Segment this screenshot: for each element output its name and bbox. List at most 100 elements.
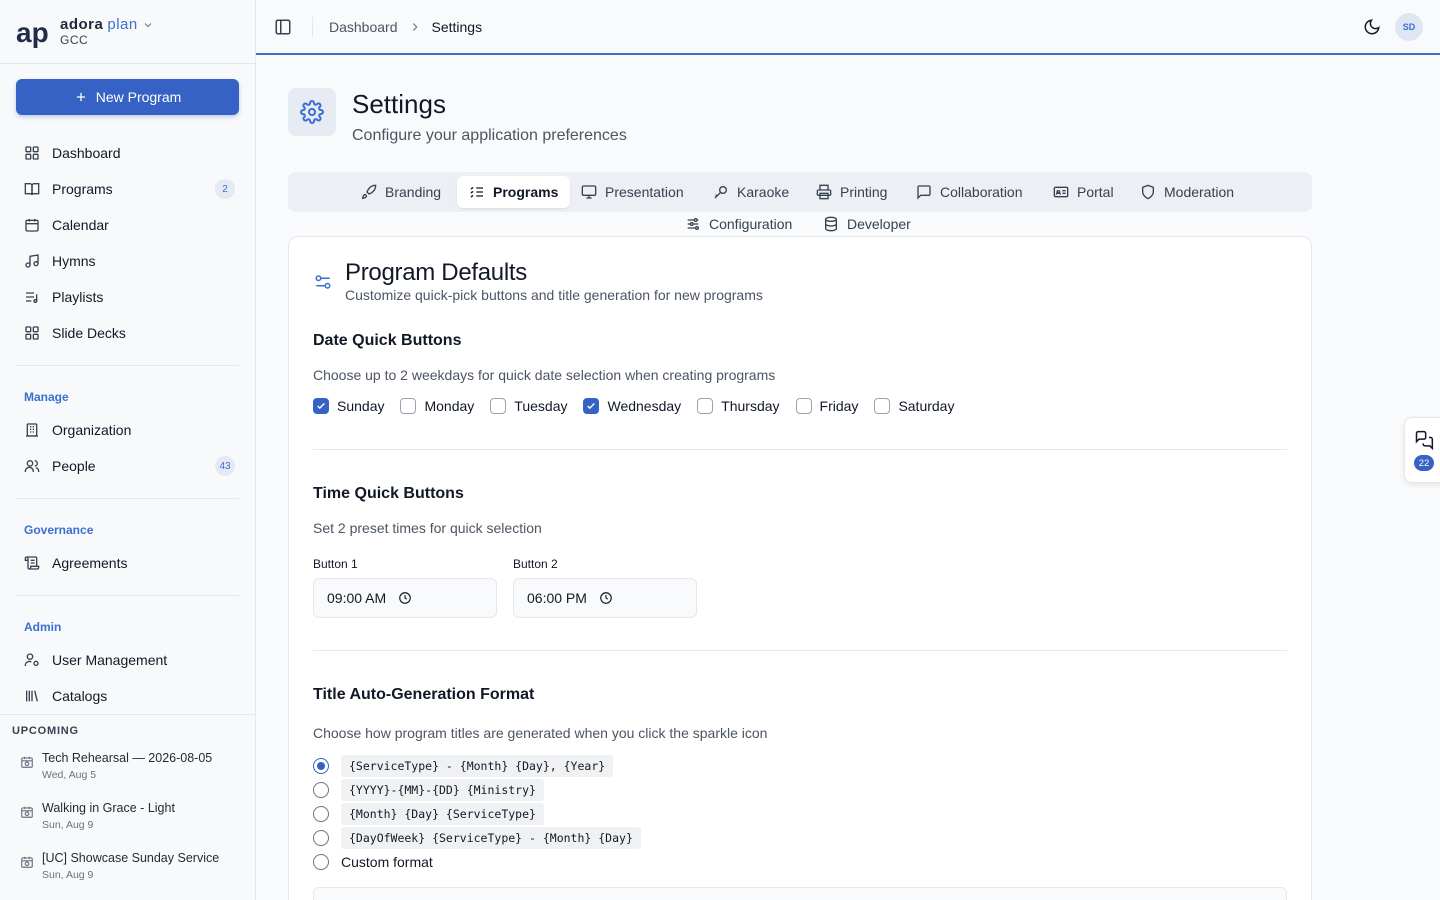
tab-portal[interactable]: Portal [1041, 176, 1126, 208]
sidebar-item-organization[interactable]: Organization [16, 413, 239, 447]
sidebar-item-label: Agreements [52, 555, 128, 571]
tab-label: Developer [847, 216, 911, 232]
printer-icon [816, 184, 832, 200]
count-badge: 43 [215, 456, 235, 476]
new-program-label: New Program [95, 89, 182, 105]
sidebar-item-label: Organization [52, 422, 132, 438]
upcoming-item[interactable]: Tech Rehearsal — 2026-08-05 Wed, Aug 5 [20, 751, 250, 781]
messages-icon [1415, 430, 1434, 450]
clock-icon[interactable] [398, 591, 412, 605]
section-label-governance: Governance [24, 523, 94, 537]
sidebar-item-hymns[interactable]: Hymns [16, 244, 239, 278]
format-code: {YYYY}-{MM}-{DD} {Ministry} [341, 779, 544, 801]
format-option[interactable]: {Month} {Day} {ServiceType} [313, 803, 544, 825]
format-code: {Month} {Day} {ServiceType} [341, 803, 544, 825]
sidebar-item-user-management[interactable]: User Management [16, 643, 239, 677]
day-label: Saturday [898, 398, 955, 414]
upcoming-item-date: Wed, Aug 5 [42, 769, 97, 781]
svg-text:ap: ap [16, 17, 49, 48]
tab-karaoke[interactable]: Karaoke [701, 176, 801, 208]
time-input-button1[interactable]: 09:00 AM [313, 578, 497, 618]
checkbox[interactable] [697, 398, 714, 414]
new-program-button[interactable]: New Program [16, 79, 239, 115]
radio-selected[interactable] [313, 758, 329, 774]
radio[interactable] [313, 854, 329, 870]
chevron-down-icon[interactable] [142, 19, 154, 31]
format-code: {ServiceType} - {Month} {Day}, {Year} [341, 755, 614, 777]
upcoming-title: UPCOMING [12, 725, 79, 737]
gear-icon [300, 100, 324, 124]
chat-float-button[interactable]: 22 [1404, 417, 1440, 483]
checkbox[interactable] [874, 398, 891, 414]
title-format-section-desc: Choose how program titles are generated … [313, 725, 768, 741]
sidebar-item-label: Programs [52, 181, 113, 197]
plus-icon [76, 92, 85, 102]
book-open-icon [24, 183, 40, 196]
music-note-icon [25, 254, 39, 268]
day-label: Wednesday [607, 398, 682, 414]
clock-icon[interactable] [599, 591, 613, 605]
checkbox-checked[interactable] [313, 398, 329, 414]
brand-header[interactable]: ap adora plan GCC [0, 0, 255, 64]
sidebar-item-catalogs[interactable]: Catalogs [16, 679, 239, 713]
day-monday[interactable]: Monday [400, 398, 474, 414]
tab-branding[interactable]: Branding [349, 176, 453, 208]
upcoming-item[interactable]: Walking in Grace - Light Sun, Aug 9 [20, 801, 250, 831]
card-title: Program Defaults [345, 259, 527, 286]
time-input-button2[interactable]: 06:00 PM [513, 578, 697, 618]
tab-presentation[interactable]: Presentation [569, 176, 696, 208]
day-label: Monday [424, 398, 475, 414]
radio[interactable] [313, 806, 329, 822]
day-thursday[interactable]: Thursday [697, 398, 780, 414]
breadcrumb-dashboard[interactable]: Dashboard [329, 19, 398, 35]
radio[interactable] [313, 830, 329, 846]
sidebar-item-people[interactable]: People 43 [16, 449, 239, 483]
sidebar-item-playlists[interactable]: Playlists [16, 280, 239, 314]
format-option-custom[interactable]: Custom format [313, 854, 433, 870]
day-saturday[interactable]: Saturday [874, 398, 954, 414]
upcoming-item-title: Tech Rehearsal — 2026-08-05 [42, 751, 213, 765]
sidebar-item-agreements[interactable]: Agreements [16, 546, 239, 580]
format-option[interactable]: {DayOfWeek} {ServiceType} - {Month} {Day… [313, 827, 641, 849]
tab-moderation[interactable]: Moderation [1128, 176, 1246, 208]
upcoming-item[interactable]: [UC] Showcase Sunday Service Sun, Aug 9 [20, 851, 250, 881]
sidebar-item-slide-decks[interactable]: Slide Decks [16, 316, 239, 350]
tab-label: Moderation [1164, 184, 1235, 200]
custom-format-input[interactable] [313, 887, 1287, 900]
sidebar-item-label: Slide Decks [52, 325, 126, 341]
settings-gear-badge [288, 88, 336, 136]
section-label-admin: Admin [24, 620, 62, 634]
day-wednesday[interactable]: Wednesday [583, 398, 681, 414]
checkbox-checked[interactable] [583, 398, 600, 414]
sidebar-item-programs[interactable]: Programs 2 [16, 172, 239, 206]
moon-icon[interactable] [1363, 18, 1381, 36]
time-section-desc: Set 2 preset times for quick selection [313, 520, 542, 536]
checkbox[interactable] [400, 398, 417, 414]
day-friday[interactable]: Friday [795, 398, 859, 414]
check-icon [317, 402, 325, 410]
sidebar-item-dashboard[interactable]: Dashboard [16, 136, 239, 170]
settings-tabs: Branding Programs Presentation Karaoke P… [288, 172, 1312, 232]
sliders-toggle-icon [315, 275, 331, 289]
checkbox[interactable] [490, 398, 507, 414]
tab-printing[interactable]: Printing [804, 176, 899, 208]
format-option[interactable]: {YYYY}-{MM}-{DD} {Ministry} [313, 779, 544, 801]
checkbox[interactable] [795, 398, 812, 414]
avatar[interactable]: SD [1395, 12, 1423, 41]
tab-collaboration[interactable]: Collaboration [904, 176, 1035, 208]
shield-icon [1142, 184, 1154, 200]
sidebar-item-calendar[interactable]: Calendar [16, 208, 239, 242]
day-sunday[interactable]: Sunday [313, 398, 384, 414]
day-label: Tuesday [514, 398, 568, 414]
sidebar-divider [16, 498, 239, 499]
day-tuesday[interactable]: Tuesday [490, 398, 567, 414]
grid-icon [25, 146, 39, 160]
upcoming-item-title: Walking in Grace - Light [42, 801, 175, 815]
sidebar-toggle-icon[interactable] [274, 18, 292, 36]
radio[interactable] [313, 782, 329, 798]
tab-programs[interactable]: Programs [457, 176, 571, 208]
calendar-clock-icon [21, 806, 33, 818]
upcoming-item-title: [UC] Showcase Sunday Service [42, 851, 220, 865]
format-option[interactable]: {ServiceType} - {Month} {Day}, {Year} [313, 755, 614, 777]
day-label: Friday [819, 398, 859, 414]
